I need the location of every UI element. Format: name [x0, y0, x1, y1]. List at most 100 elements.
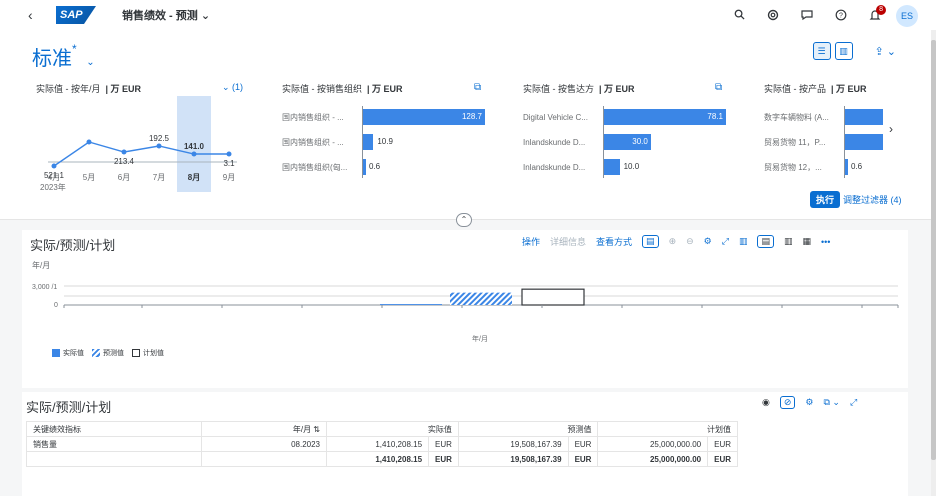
kpi-card-by-sold-to[interactable]: 实际值 - 按售达方 | 万 EUR ⧉ Digital Vehicle C..…: [523, 82, 733, 192]
chart-view-icon[interactable]: ▥: [834, 42, 853, 60]
bar-row[interactable]: 贸易货物 12，...: [764, 158, 844, 176]
bar-row[interactable]: 国内销售组织 - ...: [282, 108, 362, 126]
month-tick-label[interactable]: 5月: [83, 173, 95, 182]
col-header-actual[interactable]: 实际值: [326, 421, 459, 437]
zoom-in-icon[interactable]: ⊕: [669, 236, 677, 247]
collapse-header-icon[interactable]: ⌃: [456, 213, 472, 227]
app-title[interactable]: 销售绩效 - 预测 ⌄: [122, 7, 210, 23]
bar[interactable]: 128.7: [363, 109, 485, 125]
bar[interactable]: [604, 159, 620, 175]
chevron-right-icon[interactable]: ›: [889, 122, 893, 136]
bar-row[interactable]: Inlandskunde D...: [523, 133, 603, 151]
bar[interactable]: [845, 134, 883, 150]
kpi-card-by-sales-org[interactable]: 实际值 - 按销售组织 | 万 EUR ⧉ 国内销售组织 - ... 128.7 国…: [282, 82, 492, 192]
table-view-icon[interactable]: ▦: [802, 236, 811, 247]
column-chart-icon[interactable]: ▥: [784, 236, 793, 247]
bar-forecast[interactable]: [450, 292, 512, 305]
eye-icon[interactable]: ◉: [762, 397, 770, 408]
bar[interactable]: 30.0: [604, 134, 651, 150]
chat-icon[interactable]: [790, 9, 824, 24]
legend-item-plan[interactable]: 计划值: [132, 348, 164, 358]
data-label: 141.0: [184, 142, 205, 151]
hide-icon[interactable]: ⊘: [779, 396, 796, 409]
settings-icon[interactable]: ⚙: [805, 397, 813, 408]
kpi-link[interactable]: ⌄ (1): [222, 82, 243, 93]
copy-icon[interactable]: ⧉: [715, 82, 722, 93]
month-tick-label[interactable]: 7月: [153, 173, 165, 182]
page-scrollbar-thumb[interactable]: [931, 40, 936, 460]
adjust-filter-link[interactable]: 调整过滤器 (4): [843, 193, 902, 206]
main-bar-chart: 3,000 /1 0: [32, 284, 899, 309]
list-view-icon[interactable]: ☰: [812, 42, 831, 60]
copy-icon[interactable]: ⧉: [474, 82, 481, 93]
kpi-card-by-month[interactable]: 实际值 - 按年/月 | 万 EUR ⌄ (1) 521.1 4月 5月 213.4 6…: [36, 82, 246, 192]
notification-badge: 8: [876, 4, 886, 15]
line-point[interactable]: [121, 149, 127, 155]
kpi-card-by-product[interactable]: 实际值 - 按产品 | 万 EUR 数字车辆物料 (A... 贸易货物 11，P.…: [764, 82, 884, 192]
bar-row[interactable]: Inlandskunde D...: [523, 158, 603, 176]
bar[interactable]: [845, 159, 848, 175]
legend-toggle-icon[interactable]: ▤: [642, 235, 659, 248]
bar-actual[interactable]: [380, 304, 442, 305]
bar[interactable]: [363, 134, 374, 150]
bar-plan[interactable]: [521, 288, 585, 306]
cell-forecast-currency: EUR: [567, 436, 599, 452]
header-tools: ☰ ▥ ⇪ ⌄: [812, 42, 897, 60]
table-card-title: 实际/预测/计划: [26, 400, 112, 415]
copilot-icon[interactable]: [756, 9, 790, 24]
settings-icon[interactable]: ⚙: [704, 236, 712, 247]
fullscreen-icon[interactable]: ⤢: [850, 397, 857, 408]
filter-header: 标准* ⌄ ☰ ▥ ⇪ ⌄ 实际值 - 按年/月 | 万 EUR ⌄ (1) 5…: [0, 30, 936, 227]
more-icon[interactable]: •••: [821, 237, 830, 247]
shell-actions: ? 8 ES: [722, 4, 918, 27]
execute-button[interactable]: 执行: [810, 191, 841, 208]
search-icon[interactable]: [722, 9, 756, 23]
bar-row[interactable]: 数字车辆物料 (A...: [764, 108, 844, 126]
copy-icon[interactable]: ⧉ ⌄: [823, 397, 839, 408]
line-point[interactable]: [51, 163, 57, 169]
month-tick-label[interactable]: 4月: [48, 173, 60, 182]
bar-row[interactable]: 国内销售组织 - ...: [282, 133, 362, 151]
variant-selector[interactable]: 标准* ⌄: [32, 42, 95, 71]
chart-view-icon[interactable]: ▤: [757, 235, 774, 248]
bar-value-label: 10.9: [377, 137, 393, 146]
col-header-plan[interactable]: 计划值: [597, 421, 738, 437]
bell-icon[interactable]: 8: [858, 4, 892, 24]
cell-plan: 25,000,000.00: [597, 436, 709, 452]
cell-actual-currency: EUR: [428, 436, 459, 452]
line-point[interactable]: [86, 139, 92, 145]
month-tick-label[interactable]: 6月: [118, 173, 130, 182]
line-point[interactable]: [191, 151, 197, 157]
bar-value-label: 0.6: [851, 162, 863, 171]
zoom-out-icon[interactable]: ⊖: [686, 236, 694, 247]
view-by-button[interactable]: 查看方式: [596, 235, 632, 248]
sap-logo[interactable]: SAP: [56, 6, 96, 24]
legend-item-forecast[interactable]: 预测值: [92, 348, 124, 358]
bar-row[interactable]: 国内销售组织(匈...: [282, 158, 362, 176]
kpi-title: 实际值 - 按销售组织 | 万 EUR: [282, 84, 403, 94]
actions-button[interactable]: 操作: [522, 235, 540, 248]
bar-row[interactable]: Digital Vehicle C...: [523, 108, 603, 126]
table-total-row[interactable]: 1,410,208.15 EUR 19,508,167.39 EUR 25,00…: [26, 451, 738, 467]
chevron-down-icon: ⌄: [200, 10, 211, 22]
col-header-forecast[interactable]: 预测值: [457, 421, 599, 437]
bar[interactable]: 78.1: [604, 109, 726, 125]
fullscreen-icon[interactable]: ⤢: [722, 236, 729, 247]
details-button[interactable]: 详细信息: [550, 235, 586, 248]
chart-type-icon[interactable]: ▥: [739, 236, 748, 247]
help-icon[interactable]: ?: [824, 9, 858, 24]
bar[interactable]: [363, 159, 366, 175]
back-button[interactable]: ‹: [28, 7, 48, 23]
col-header-month[interactable]: 年/月 ⇅: [201, 421, 327, 437]
bar-row[interactable]: 贸易货物 11，P...: [764, 133, 844, 151]
col-header-kpi[interactable]: 关键绩效指标: [26, 421, 202, 437]
line-point[interactable]: [156, 143, 162, 149]
month-tick-label[interactable]: 8月: [188, 173, 200, 182]
avatar[interactable]: ES: [896, 5, 918, 27]
table-row[interactable]: 销售量 08.2023 1,410,208.15 EUR 19,508,167.…: [26, 436, 738, 452]
legend-item-actual[interactable]: 实际值: [52, 348, 84, 358]
share-icon[interactable]: ⇪ ⌄: [875, 45, 897, 58]
month-tick-label[interactable]: 9月: [223, 173, 235, 182]
line-point[interactable]: [226, 151, 232, 157]
bar[interactable]: [845, 109, 883, 125]
